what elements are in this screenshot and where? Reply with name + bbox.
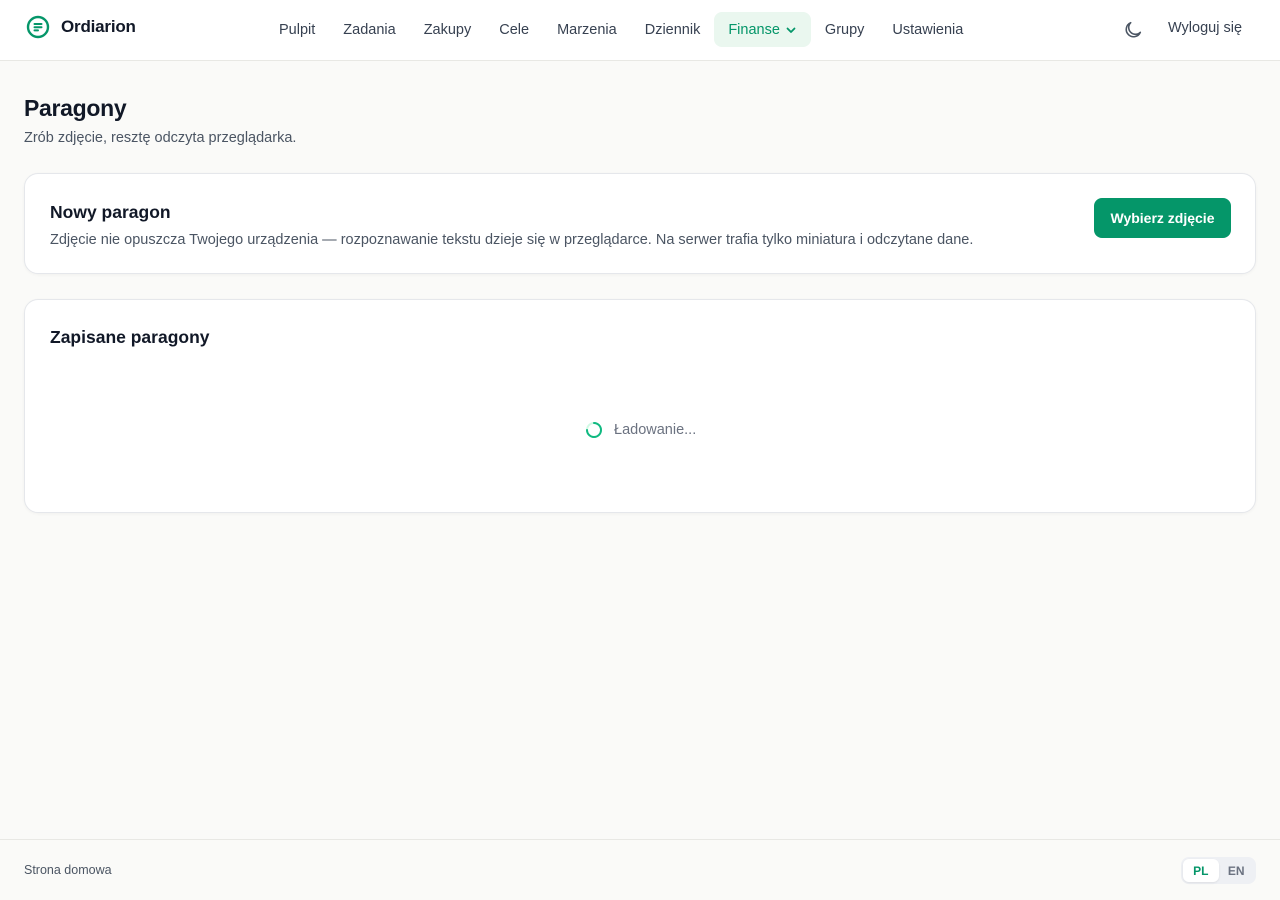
top-navigation-bar: Ordiarion Pulpit Zadania Zakupy Cele Mar… <box>0 0 1280 61</box>
language-pl-button[interactable]: PL <box>1183 859 1219 882</box>
language-switcher: PL EN <box>1181 857 1256 884</box>
brand[interactable]: Ordiarion <box>26 15 136 39</box>
logo-icon <box>26 15 50 39</box>
new-receipt-card: Nowy paragon Zdjęcie nie opuszcza Twojeg… <box>24 173 1256 274</box>
spinner-icon <box>586 422 602 438</box>
home-page-link[interactable]: Strona domowa <box>24 863 112 877</box>
nav-item-zakupy[interactable]: Zakupy <box>410 12 486 47</box>
nav-item-zadania[interactable]: Zadania <box>329 12 409 47</box>
new-receipt-description: Zdjęcie nie opuszcza Twojego urządzenia … <box>50 232 974 248</box>
brand-name: Ordiarion <box>61 17 136 36</box>
nav-item-finanse[interactable]: Finanse <box>714 12 811 47</box>
nav-label: Zakupy <box>423 21 472 38</box>
nav-label: Ustawienia <box>892 21 964 38</box>
logout-button[interactable]: Wyloguj się <box>1168 20 1242 36</box>
loading-text: Ładowanie... <box>614 422 697 438</box>
theme-toggle-button[interactable] <box>1122 19 1144 41</box>
nav-item-ustawienia[interactable]: Ustawienia <box>878 12 977 47</box>
nav-item-cele[interactable]: Cele <box>485 12 543 47</box>
nav-item-dziennik[interactable]: Dziennik <box>631 12 715 47</box>
saved-receipts-title: Zapisane paragony <box>50 327 210 347</box>
main-nav: Pulpit Zadania Zakupy Cele Marzenia Dzie… <box>265 12 977 47</box>
nav-item-grupy[interactable]: Grupy <box>811 12 879 47</box>
footer: Strona domowa PL EN <box>0 839 1280 900</box>
moon-icon <box>1125 21 1142 38</box>
page-subtitle: Zrób zdjęcie, resztę odczyta przeglądark… <box>24 130 297 146</box>
nav-item-pulpit[interactable]: Pulpit <box>265 12 329 47</box>
new-receipt-title: Nowy paragon <box>50 202 171 222</box>
nav-label: Zadania <box>343 21 396 38</box>
nav-item-marzenia[interactable]: Marzenia <box>543 12 631 47</box>
page-title: Paragony <box>24 95 127 121</box>
loading-indicator: Ładowanie... <box>585 421 696 439</box>
nav-label: Marzenia <box>557 21 617 38</box>
saved-receipts-card: Zapisane paragony Ładowanie... <box>24 299 1256 513</box>
choose-photo-button[interactable]: Wybierz zdjęcie <box>1094 198 1231 238</box>
nav-label: Pulpit <box>279 21 316 38</box>
nav-label: Dziennik <box>644 21 701 38</box>
nav-label: Finanse <box>728 21 780 38</box>
nav-label: Cele <box>499 21 530 38</box>
chevron-down-icon <box>786 27 796 33</box>
nav-label: Grupy <box>824 21 865 38</box>
language-en-button[interactable]: EN <box>1219 859 1255 882</box>
